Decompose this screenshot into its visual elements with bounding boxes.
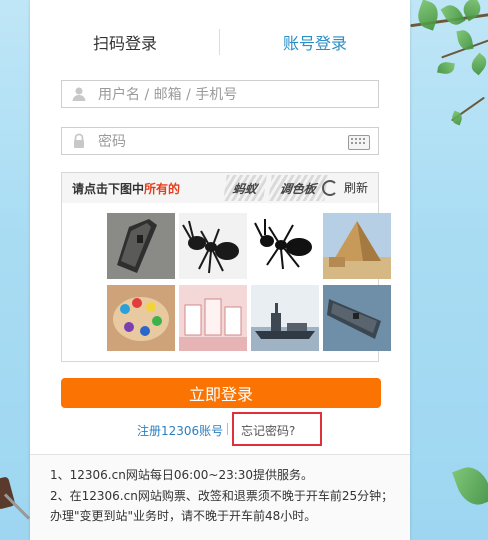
- captcha-prompt-highlight: 所有的: [144, 182, 181, 196]
- login-panel: 扫码登录 账号登录 请点击下图中所有的 蚂蚁 调色板 刷新: [30, 0, 410, 540]
- refresh-icon: [321, 179, 338, 196]
- captcha-word-1: 蚂蚁: [223, 175, 267, 201]
- tab-qr-login[interactable]: 扫码登录: [30, 22, 220, 62]
- captcha-prompt-prefix: 请点击下图中: [72, 182, 145, 196]
- captcha-word-2: 调色板: [268, 175, 328, 201]
- service-note-1: 1、12306.cn网站每日06:00~23:30提供服务。: [50, 468, 314, 482]
- username-input[interactable]: [96, 81, 350, 109]
- leaf-decoration: [437, 60, 455, 76]
- leaf-decoration: [452, 462, 488, 510]
- captcha-tile-color-palette[interactable]: [107, 285, 175, 351]
- login-button[interactable]: 立即登录: [61, 378, 381, 408]
- captcha-tile-ant[interactable]: [251, 213, 319, 279]
- leaf-decoration: [456, 28, 474, 52]
- captcha-tile-ant[interactable]: [179, 213, 247, 279]
- service-note-2: 2、在12306.cn网站购票、改签和退票须不晚于开车前25分钟；办理"变更到站…: [50, 489, 394, 523]
- leaf-decoration: [440, 1, 466, 29]
- captcha-tile-cups[interactable]: [179, 285, 247, 351]
- captcha-tile-aircraft-carrier[interactable]: [107, 213, 175, 279]
- password-input[interactable]: [96, 128, 350, 156]
- lock-icon: [74, 133, 84, 148]
- tab-account-login[interactable]: 账号登录: [220, 22, 410, 62]
- account-links: 注册12306账号 忘记密码?: [30, 412, 410, 446]
- login-tabs: 扫码登录 账号登录: [30, 22, 410, 62]
- captcha-tile-aircraft-carrier[interactable]: [251, 285, 319, 351]
- leaf-decoration: [467, 52, 488, 76]
- captcha-refresh-label: 刷新: [343, 181, 368, 195]
- captcha-panel: 请点击下图中所有的 蚂蚁 调色板 刷新: [61, 172, 391, 362]
- captcha-refresh-button[interactable]: 刷新: [321, 179, 368, 196]
- service-notes: 1、12306.cn网站每日06:00~23:30提供服务。 2、在12306.…: [30, 454, 410, 540]
- captcha-header: 请点击下图中所有的 蚂蚁 调色板 刷新: [62, 173, 378, 203]
- keyboard-icon[interactable]: [348, 135, 370, 150]
- user-icon: [72, 87, 86, 101]
- tab-divider: [219, 29, 220, 55]
- register-link[interactable]: 注册12306账号: [137, 422, 223, 439]
- password-field[interactable]: [61, 127, 379, 156]
- captcha-prompt: 请点击下图中所有的: [72, 180, 180, 197]
- captcha-tile-aircraft-carrier[interactable]: [323, 285, 391, 351]
- link-divider: [227, 423, 228, 435]
- forgot-password-link[interactable]: 忘记密码?: [241, 422, 295, 439]
- username-field[interactable]: [61, 80, 379, 109]
- captcha-tile-pyramid[interactable]: [323, 213, 391, 279]
